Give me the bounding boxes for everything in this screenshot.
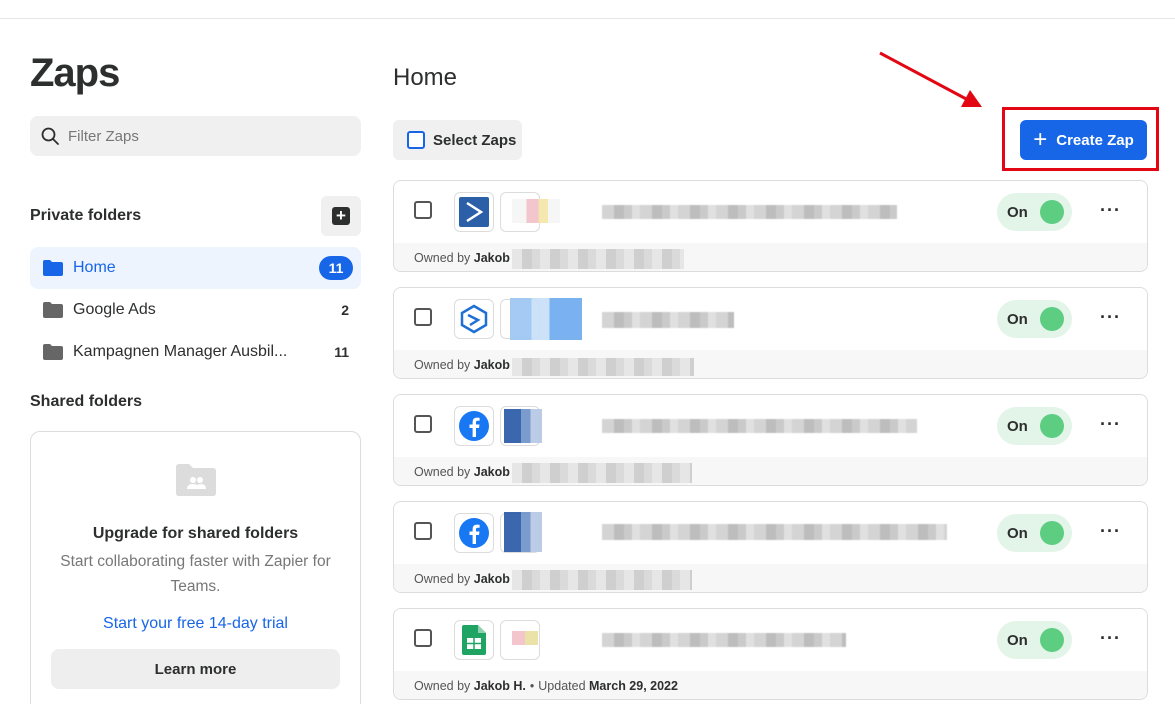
zap-status-toggle[interactable]: On	[997, 407, 1072, 445]
folder-count: 2	[341, 302, 349, 318]
add-folder-button[interactable]: +	[321, 196, 361, 236]
more-options-icon[interactable]: ···	[1100, 201, 1121, 219]
zap-checkbox[interactable]	[414, 629, 432, 647]
create-zap-button[interactable]: + Create Zap	[1020, 120, 1147, 160]
redacted-area	[512, 199, 560, 223]
zap-status-toggle[interactable]: On	[997, 514, 1072, 552]
redacted-owner-info	[512, 570, 692, 590]
plus-square-icon: +	[332, 207, 350, 225]
zap-row[interactable]: Owned by Jakob On ···	[393, 180, 1148, 272]
folder-name: Google Ads	[73, 301, 156, 318]
zap-row[interactable]: Owned by Jakob H. • Updated March 29, 2022…	[393, 608, 1148, 700]
zap-checkbox[interactable]	[414, 522, 432, 540]
toggle-knob	[1040, 414, 1064, 438]
upgrade-heading: Upgrade for shared folders	[92, 525, 299, 542]
redacted-zap-name	[602, 524, 947, 540]
zap-owner: Owned by Jakob	[414, 572, 510, 586]
more-options-icon[interactable]: ···	[1100, 522, 1121, 540]
folder-icon	[43, 260, 63, 276]
free-trial-link[interactable]: Start your free 14-day trial	[51, 615, 340, 633]
redacted-owner-info	[512, 463, 692, 483]
folder-item-google-ads[interactable]: Google Ads 2	[30, 289, 361, 331]
arrow-app-icon	[454, 192, 494, 232]
zap-row[interactable]: Owned by Jakob On ···	[393, 501, 1148, 593]
redacted-area	[510, 298, 582, 340]
zap-owner: Owned by Jakob	[414, 251, 510, 265]
google-sheets-icon	[454, 620, 494, 660]
filter-zaps-field[interactable]	[30, 116, 361, 156]
filter-zaps-input[interactable]	[68, 127, 328, 145]
s-logo-app-icon	[454, 299, 494, 339]
private-folders-label: Private folders	[30, 207, 142, 224]
toggle-knob	[1040, 628, 1064, 652]
zap-owner: Owned by Jakob H. • Updated March 29, 2022	[414, 679, 678, 693]
folder-item-kampagnen-manager[interactable]: Kampagnen Manager Ausbil... 11	[30, 331, 361, 373]
zap-checkbox[interactable]	[414, 201, 432, 219]
facebook-icon	[454, 406, 494, 446]
more-options-icon[interactable]: ···	[1100, 629, 1121, 647]
redacted-area	[504, 409, 542, 443]
redacted-owner-info	[512, 358, 694, 376]
private-folders-header: Private folders +	[30, 196, 361, 236]
search-icon	[41, 127, 59, 145]
select-zaps-label: Select Zaps	[433, 131, 517, 149]
folder-name: Home	[73, 259, 116, 276]
top-bar	[0, 0, 1175, 19]
toggle-knob	[1040, 200, 1064, 224]
divider	[30, 168, 361, 180]
redacted-area	[512, 631, 538, 645]
zap-owner: Owned by Jakob	[414, 465, 510, 479]
folder-title: Home	[393, 64, 458, 91]
shared-folders-label: Shared folders	[30, 393, 143, 410]
folder-item-home[interactable]: Home 11	[30, 247, 361, 289]
zap-row[interactable]: Owned by Jakob On ···	[393, 394, 1148, 486]
zap-status-toggle[interactable]: On	[997, 621, 1072, 659]
upgrade-card: Upgrade for shared folders Start collabo…	[30, 431, 361, 704]
select-all-checkbox[interactable]	[407, 131, 425, 149]
folder-list: Home 11 Google Ads 2 Kampagnen Manager A…	[30, 247, 361, 373]
folder-icon	[43, 344, 63, 360]
redacted-owner-info	[512, 249, 684, 269]
upgrade-body: Start collaborating faster with Zapier f…	[60, 553, 331, 595]
redacted-zap-name	[602, 419, 917, 433]
more-options-icon[interactable]: ···	[1100, 415, 1121, 433]
redacted-zap-name	[602, 312, 734, 328]
toggle-knob	[1040, 307, 1064, 331]
folder-icon	[43, 302, 63, 318]
folder-count: 11	[334, 344, 349, 360]
select-zaps-button[interactable]: Select Zaps	[393, 120, 522, 160]
annotation-arrow	[879, 51, 982, 107]
redacted-zap-name	[602, 205, 897, 219]
shared-folder-icon	[175, 464, 216, 496]
more-options-icon[interactable]: ···	[1100, 308, 1121, 326]
zap-status-toggle[interactable]: On	[997, 193, 1072, 231]
zap-owner: Owned by Jakob	[414, 358, 510, 372]
folder-count-badge: 11	[319, 256, 353, 280]
redacted-area	[504, 512, 542, 552]
zap-row[interactable]: Owned by Jakob On ···	[393, 287, 1148, 379]
learn-more-button[interactable]: Learn more	[51, 649, 340, 689]
plus-icon: +	[1033, 126, 1048, 153]
zap-status-toggle[interactable]: On	[997, 300, 1072, 338]
toggle-knob	[1040, 521, 1064, 545]
sidebar: Zaps Private folders + Home 11 Google Ad…	[30, 50, 361, 704]
folder-name: Kampagnen Manager Ausbil...	[73, 343, 288, 360]
redacted-zap-name	[602, 633, 846, 647]
zap-checkbox[interactable]	[414, 308, 432, 326]
zap-checkbox[interactable]	[414, 415, 432, 433]
page-title: Zaps	[30, 51, 120, 95]
facebook-icon	[454, 513, 494, 553]
create-zap-label: Create Zap	[1056, 131, 1134, 149]
